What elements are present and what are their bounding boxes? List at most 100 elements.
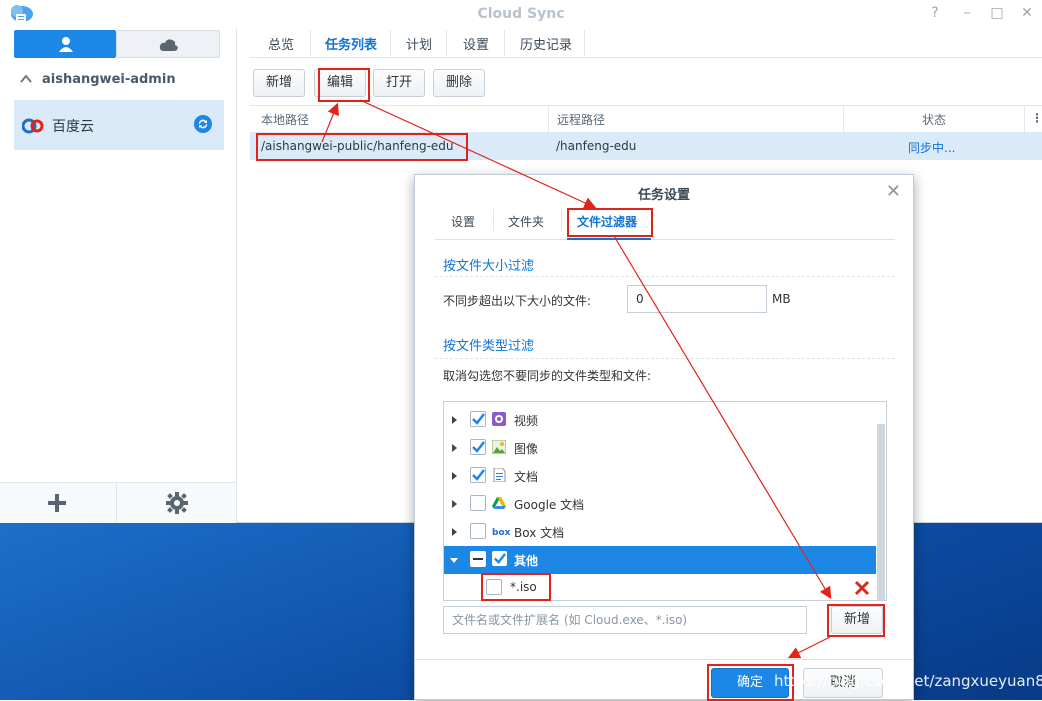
document-icon <box>493 468 506 482</box>
tree-label-google-docs: Google 文档 <box>514 498 585 512</box>
highlight-add-rule <box>827 604 885 637</box>
tab-separator <box>504 30 505 56</box>
sidebar-footer <box>0 482 236 523</box>
dialog-title: 任务设置 <box>637 188 690 203</box>
new-button[interactable]: 新增 <box>253 69 305 97</box>
video-icon <box>492 412 506 426</box>
checkbox-other[interactable] <box>492 551 507 566</box>
account-name[interactable]: aishangwei-admin <box>42 72 176 87</box>
col-status[interactable]: 状态 <box>922 111 946 128</box>
tree-row-google-docs[interactable]: Google 文档 <box>444 490 876 518</box>
highlight-iso-rule <box>481 573 551 601</box>
row-status: 同步中... <box>908 141 956 155</box>
provider-item-baidu[interactable]: 百度云 <box>14 100 224 150</box>
expand-arrow-icon[interactable] <box>452 416 457 424</box>
open-button[interactable]: 打开 <box>373 69 425 97</box>
gear-icon[interactable] <box>166 492 188 514</box>
tree-scrollbar[interactable] <box>877 424 885 600</box>
add-icon[interactable] <box>47 493 67 513</box>
max-size-field[interactable]: 0 <box>627 285 767 313</box>
checkbox-box-docs[interactable] <box>470 523 486 539</box>
cloud-view-toggle[interactable] <box>116 30 220 58</box>
tree-row-video[interactable]: 视频 <box>444 406 876 434</box>
provider-label: 百度云 <box>52 119 94 135</box>
col-separator <box>548 106 549 132</box>
tab-separator <box>390 30 391 56</box>
checkbox-video[interactable] <box>470 411 486 427</box>
baidu-cloud-icon <box>22 118 44 134</box>
checkbox-document[interactable] <box>470 467 486 483</box>
box-icon: box <box>492 528 510 538</box>
tree-label-image: 图像 <box>514 442 539 456</box>
footer-divider <box>116 483 117 523</box>
sync-status-icon <box>194 115 212 133</box>
expand-arrow-icon[interactable] <box>452 472 457 480</box>
tree-row-image[interactable]: 图像 <box>444 434 876 462</box>
checkmark-icon <box>472 413 485 425</box>
highlight-local-path <box>256 133 468 161</box>
tab-separator <box>446 30 447 56</box>
dialog-tab-line <box>435 239 895 240</box>
tree-row-document[interactable]: 文档 <box>444 462 876 490</box>
dialog-tab-settings[interactable]: 设置 <box>451 213 475 230</box>
dialog-close-icon[interactable]: ✕ <box>886 181 901 202</box>
checkmark-icon <box>472 441 485 453</box>
expand-arrow-icon[interactable] <box>452 444 457 452</box>
expand-arrow-icon[interactable] <box>452 500 457 508</box>
tree-row-other[interactable]: 其他 <box>444 546 876 574</box>
section-divider <box>435 358 895 359</box>
col-local-path[interactable]: 本地路径 <box>261 111 309 128</box>
chevron-up-icon[interactable] <box>20 72 32 86</box>
title-bar: Cloud Sync ? – □ ✕ <box>0 0 1042 28</box>
tab-separator <box>584 30 585 56</box>
minimize-icon[interactable]: – <box>958 4 976 22</box>
tab-separator <box>310 30 311 56</box>
maximize-icon[interactable]: □ <box>988 4 1006 22</box>
extension-input[interactable]: 文件名或文件扩展名 (如 Cloud.exe、*.iso) <box>443 606 807 634</box>
tree-label-other: 其他 <box>514 554 539 568</box>
size-unit: MB <box>772 292 791 306</box>
dialog-tab-separator <box>561 209 562 231</box>
tree-row-box-docs[interactable]: box Box 文档 <box>444 518 876 546</box>
checkbox-image[interactable] <box>470 439 486 455</box>
col-remote-path[interactable]: 远程路径 <box>557 111 605 128</box>
checkbox-google-docs[interactable] <box>470 495 486 511</box>
user-view-toggle[interactable] <box>14 30 116 58</box>
size-filter-heading: 按文件大小过滤 <box>443 259 535 274</box>
image-icon <box>492 440 506 454</box>
tab-history[interactable]: 历史记录 <box>520 34 572 53</box>
collapse-arrow-icon[interactable] <box>450 558 458 563</box>
delete-rule-icon[interactable] <box>854 580 870 596</box>
tab-settings[interactable]: 设置 <box>463 34 489 53</box>
highlight-edit <box>318 68 370 102</box>
close-icon[interactable]: ✕ <box>1018 4 1036 22</box>
grid-header: 本地路径 远程路径 状态 ⋮ <box>250 105 1042 133</box>
delete-button[interactable]: 删除 <box>433 69 485 97</box>
task-settings-dialog: 任务设置 ✕ 设置 文件夹 文件过滤器 按文件大小过滤 不同步超出以下大小的文件… <box>414 174 914 701</box>
file-type-tree: 视频 图像 文档 Google 文档 box Box 文档 其他 *.iso <box>443 401 887 601</box>
svg-text:box: box <box>492 528 510 538</box>
tab-bar-line <box>250 57 1042 58</box>
dialog-tab-separator <box>493 209 494 231</box>
col-separator <box>1024 106 1025 132</box>
checkmark-icon <box>494 553 506 564</box>
user-icon <box>59 37 73 52</box>
expand-arrow-icon[interactable] <box>452 528 457 536</box>
help-icon[interactable]: ? <box>926 4 944 22</box>
tab-schedule[interactable]: 计划 <box>406 34 432 53</box>
section-divider <box>435 276 895 277</box>
watermark: https://blog.csdn.net/zangxueyuan88 <box>774 672 1042 690</box>
type-filter-hint: 取消勾选您不要同步的文件类型和文件: <box>443 369 652 383</box>
size-filter-label: 不同步超出以下大小的文件: <box>443 294 592 308</box>
highlight-file-filter-tab <box>567 208 653 237</box>
google-drive-icon <box>492 497 506 509</box>
col-separator <box>843 106 844 132</box>
tab-overview[interactable]: 总览 <box>268 34 294 53</box>
dialog-footer-line <box>415 659 913 660</box>
tree-label-video: 视频 <box>514 414 539 428</box>
sidebar: aishangwei-admin 百度云 <box>0 28 237 523</box>
tab-task-list[interactable]: 任务列表 <box>325 34 377 53</box>
checkbox-other-partial[interactable] <box>470 551 486 567</box>
column-menu-icon[interactable]: ⋮ <box>1031 111 1042 125</box>
dialog-tab-folder[interactable]: 文件夹 <box>508 213 544 230</box>
